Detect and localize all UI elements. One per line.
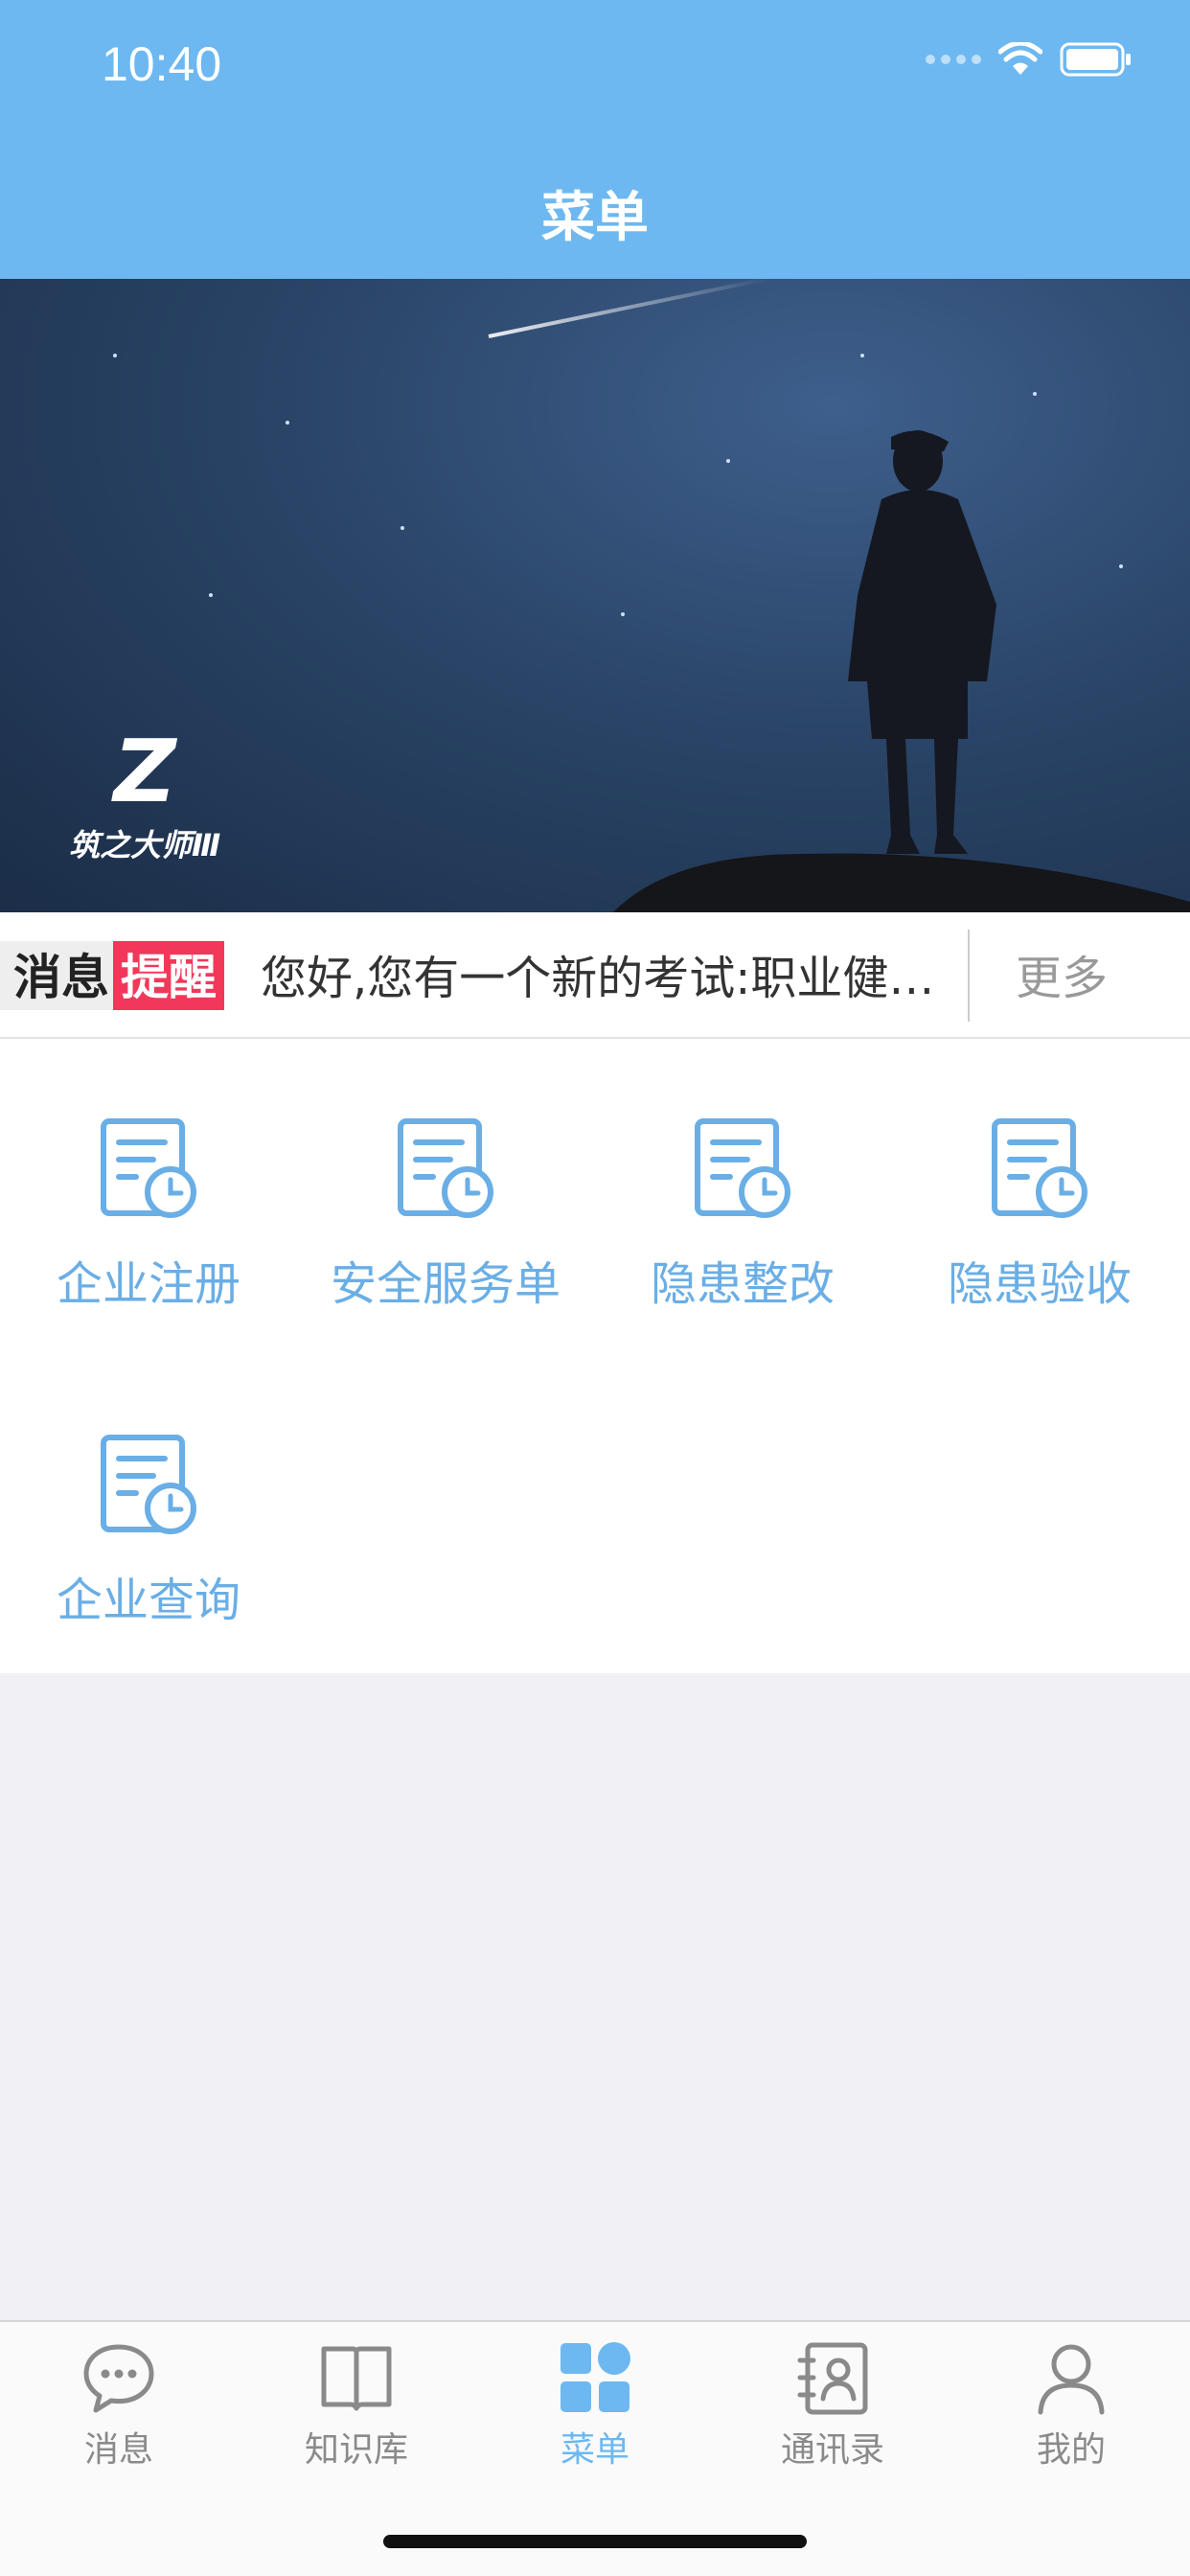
notice-text[interactable]: 您好,您有一个新的考试:职业健… <box>261 945 970 1012</box>
battery-icon <box>1060 42 1131 77</box>
notice-tag-message: 消息 <box>0 941 113 1010</box>
menu-item-safety-service[interactable]: 安全服务单 <box>297 1116 594 1313</box>
app-header: 10:40 菜单 <box>0 0 1190 279</box>
menu-item-hazard-rectify[interactable]: 隐患整改 <box>594 1116 891 1313</box>
document-clock-icon <box>992 1118 1087 1218</box>
document-clock-icon <box>398 1118 493 1218</box>
open-book-icon <box>321 2346 392 2411</box>
brand-logo: Z 筑之大师Ⅲ <box>69 729 220 865</box>
menu-item-label: 企业查询 <box>56 1574 240 1627</box>
notice-tag: 消息 提醒 <box>0 941 224 1010</box>
tab-menu[interactable]: 菜单 <box>476 2339 714 2472</box>
contacts-icon <box>797 2342 868 2415</box>
document-clock-icon <box>101 1435 196 1534</box>
status-indicators <box>926 42 1133 77</box>
person-icon <box>1038 2344 1105 2415</box>
menu-item-label: 隐患整改 <box>650 1257 835 1311</box>
tab-contacts[interactable]: 通讯录 <box>714 2339 951 2472</box>
notice-divider <box>968 930 970 1022</box>
chat-bubble-icon <box>83 2344 154 2413</box>
menu-item-company-query[interactable]: 企业查询 <box>0 1432 297 1629</box>
document-clock-icon <box>101 1118 196 1218</box>
tab-label: 知识库 <box>304 2430 408 2470</box>
wifi-icon <box>998 42 1042 75</box>
banner-image[interactable]: Z 筑之大师Ⅲ <box>0 279 1190 912</box>
grid-menu-icon <box>561 2342 630 2412</box>
tab-knowledge-base[interactable]: 知识库 <box>238 2339 475 2472</box>
menu-item-label: 企业注册 <box>56 1257 240 1311</box>
tab-label: 通讯录 <box>780 2430 884 2470</box>
tab-profile[interactable]: 我的 <box>952 2339 1190 2472</box>
cellular-signal-icon <box>926 55 981 64</box>
notice-tag-reminder: 提醒 <box>113 941 224 1010</box>
menu-item-label: 隐患验收 <box>947 1257 1132 1311</box>
notice-bar[interactable]: 消息 提醒 您好,您有一个新的考试:职业健… 更多 <box>0 912 1190 1039</box>
menu-item-company-register[interactable]: 企业注册 <box>0 1116 297 1313</box>
document-clock-icon <box>695 1118 790 1218</box>
menu-item-label: 安全服务单 <box>330 1257 561 1311</box>
menu-item-hazard-accept[interactable]: 隐患验收 <box>891 1116 1188 1313</box>
logo-text: 筑之大师Ⅲ <box>69 827 221 863</box>
tab-label: 菜单 <box>560 2430 629 2470</box>
logo-mark: Z <box>113 722 176 822</box>
more-button[interactable]: 更多 <box>1016 945 1108 1012</box>
menu-grid: 企业注册 安全服务单 隐患整改 隐患验收 企业查询 <box>0 1039 1190 1673</box>
page-title: 菜单 <box>541 187 649 249</box>
status-time: 10:40 <box>102 37 222 91</box>
tab-label: 消息 <box>83 2430 153 2470</box>
tab-messages[interactable]: 消息 <box>0 2339 238 2472</box>
tab-label: 我的 <box>1036 2430 1106 2470</box>
home-indicator <box>383 2535 807 2548</box>
